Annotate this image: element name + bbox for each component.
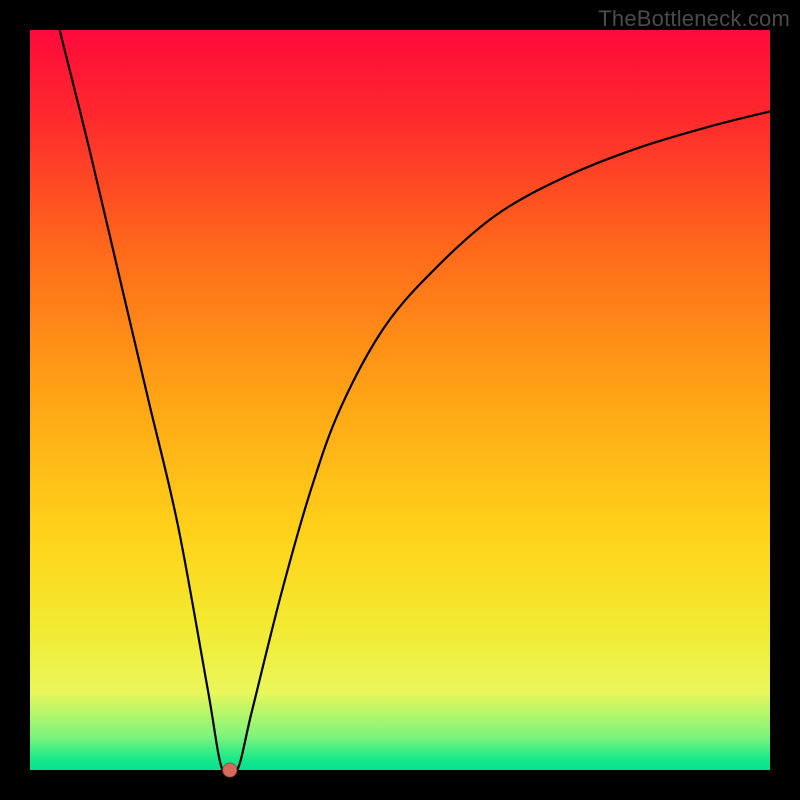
chart-svg [0,0,800,800]
chart-stage: TheBottleneck.com [0,0,800,800]
watermark-text: TheBottleneck.com [598,6,790,32]
minimum-marker [223,763,237,777]
